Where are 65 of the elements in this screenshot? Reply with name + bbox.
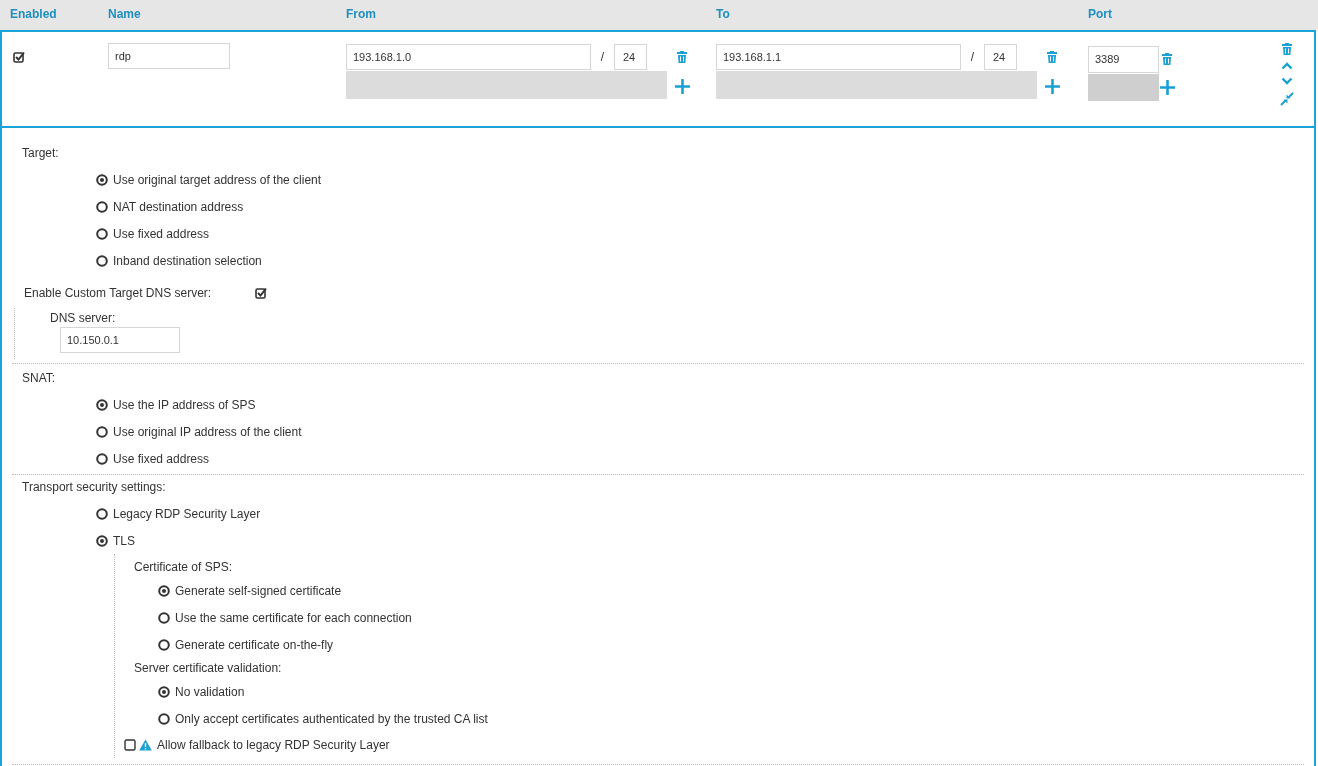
address-field[interactable]: 193.168.1.0 xyxy=(346,44,591,70)
delete-icon[interactable] xyxy=(1282,43,1292,55)
option-label: Only accept certificates authenticated by the trusted CA list xyxy=(175,711,488,726)
column-header: To xyxy=(716,7,731,21)
checkbox[interactable] xyxy=(124,739,136,751)
name-field[interactable]: rdp xyxy=(108,43,230,69)
chevron-down-icon[interactable] xyxy=(1281,77,1293,85)
slash-separator: / xyxy=(599,50,606,64)
option-label: NAT destination address xyxy=(113,199,244,214)
checked-checkbox[interactable] xyxy=(13,51,25,63)
selected-radio-button[interactable] xyxy=(96,398,108,411)
group-label: Certificate of SPS: xyxy=(134,559,234,576)
section-label: Transport security settings: xyxy=(21,480,167,496)
add-icon[interactable] xyxy=(674,78,690,94)
checkbox-label: Allow fallback to legacy RDP Security Layer xyxy=(157,738,390,752)
option-label: Use the same certificate for each connection xyxy=(175,610,412,625)
radio-button[interactable] xyxy=(96,425,108,438)
dns-server-field[interactable]: 10.150.0.1 xyxy=(60,327,180,353)
radio-button[interactable] xyxy=(96,200,108,213)
warning-icon xyxy=(139,739,152,751)
option-label: TLS xyxy=(113,533,135,548)
section-label: Target: xyxy=(21,146,60,162)
option-label: Use original IP address of the client xyxy=(113,424,302,439)
column-header: From xyxy=(346,7,377,21)
collapse-icon[interactable] xyxy=(1280,92,1294,106)
option-label: Legacy RDP Security Layer xyxy=(113,506,261,521)
add-icon[interactable] xyxy=(1044,78,1060,94)
radio-button[interactable] xyxy=(158,712,170,725)
delete-icon[interactable] xyxy=(1047,51,1057,63)
slash-separator: / xyxy=(969,50,976,64)
chevron-up-icon[interactable] xyxy=(1281,62,1293,70)
column-header: Enabled xyxy=(10,7,58,21)
address-field[interactable]: 193.168.1.1 xyxy=(716,44,961,70)
option-label: Use the IP address of SPS xyxy=(113,397,256,412)
selected-radio-button[interactable] xyxy=(158,584,170,597)
option-label: Use fixed address xyxy=(113,451,210,466)
delete-icon[interactable] xyxy=(1162,53,1172,65)
option-label: No validation xyxy=(175,684,245,699)
column-header: Port xyxy=(1088,7,1113,21)
option-label: Inband destination selection xyxy=(113,253,262,268)
option-label: Generate self-signed certificate xyxy=(175,583,342,598)
radio-button[interactable] xyxy=(96,507,108,520)
radio-button[interactable] xyxy=(96,452,108,465)
selected-radio-button[interactable] xyxy=(158,685,170,698)
section-label: SNAT: xyxy=(21,371,57,387)
radio-button[interactable] xyxy=(158,638,170,651)
column-header: Name xyxy=(108,7,142,21)
selected-radio-button[interactable] xyxy=(96,173,108,186)
selected-radio-button[interactable] xyxy=(96,534,108,547)
prefix-field[interactable]: 24 xyxy=(614,44,647,70)
field-label: DNS server: xyxy=(50,311,117,326)
radio-button[interactable] xyxy=(96,227,108,240)
option-label: Use original target address of the client xyxy=(113,172,322,187)
checked-checkbox[interactable] xyxy=(255,287,268,299)
option-label: Generate certificate on-the-fly xyxy=(175,637,334,652)
prefix-field[interactable]: 24 xyxy=(984,44,1017,70)
radio-button[interactable] xyxy=(158,611,170,624)
empty-port-slot xyxy=(1088,74,1159,101)
group-label: Server certificate validation: xyxy=(134,660,283,677)
add-icon[interactable] xyxy=(1159,80,1175,95)
option-label: Use fixed address xyxy=(113,226,210,241)
delete-icon[interactable] xyxy=(677,51,687,63)
checkbox-label: Enable Custom Target DNS server: xyxy=(24,286,212,300)
radio-button[interactable] xyxy=(96,254,108,267)
port-field[interactable]: 3389 xyxy=(1088,45,1159,73)
